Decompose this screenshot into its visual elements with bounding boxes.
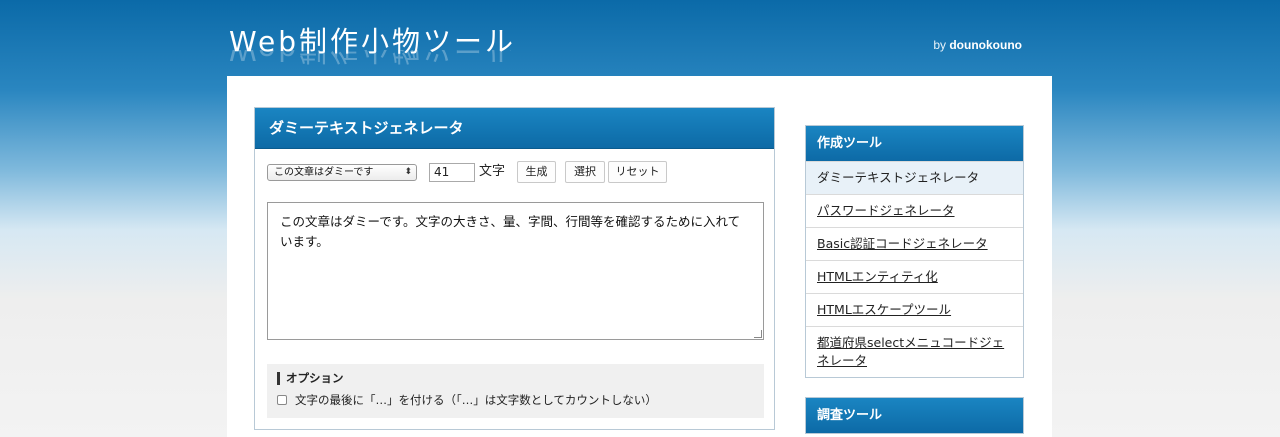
select-arrows-icon: ⬍ bbox=[404, 167, 412, 177]
sidebar-section-research: 調査ツール bbox=[805, 397, 1024, 434]
byline-prefix: by bbox=[933, 38, 946, 52]
reset-button[interactable]: リセット bbox=[608, 161, 667, 183]
select-value: この文章はダミーです bbox=[274, 167, 374, 178]
sidebar-item-html-entity[interactable]: HTMLエンティティ化 bbox=[806, 260, 1023, 293]
ellipsis-option[interactable]: 文字の最後に「…」を付ける（「…」は文字数としてカウントしない） bbox=[277, 392, 754, 408]
sidebar-item-html-escape[interactable]: HTMLエスケープツール bbox=[806, 293, 1023, 326]
controls-row: この文章はダミーです ⬍ 41 文字 生成 選択 リセット bbox=[267, 161, 767, 183]
generator-panel: ダミーテキストジェネレータ この文章はダミーです ⬍ 41 文字 生成 選択 リ… bbox=[254, 107, 775, 430]
generate-button[interactable]: 生成 bbox=[517, 161, 556, 183]
sidebar-item-basic-auth[interactable]: Basic認証コードジェネレータ bbox=[806, 227, 1023, 260]
sidebar-item-dummy-text[interactable]: ダミーテキストジェネレータ bbox=[806, 161, 1023, 194]
char-count-unit: 文字 bbox=[479, 164, 506, 179]
site-logo-reflection: Web制作小物ツール bbox=[229, 50, 517, 67]
sidebar-section-title: 調査ツール bbox=[806, 398, 1023, 433]
select-text-button[interactable]: 選択 bbox=[565, 161, 605, 183]
sidebar-item-password[interactable]: パスワードジェネレータ bbox=[806, 194, 1023, 227]
sidebar-section-title: 作成ツール bbox=[806, 126, 1023, 161]
sidebar-section-create: 作成ツール ダミーテキストジェネレータ パスワードジェネレータ Basic認証コ… bbox=[805, 125, 1024, 378]
options-box: オプション 文字の最後に「…」を付ける（「…」は文字数としてカウントしない） bbox=[267, 364, 764, 418]
byline: by dounokouno bbox=[933, 38, 1022, 52]
options-title: オプション bbox=[277, 372, 754, 385]
ellipsis-checkbox[interactable] bbox=[277, 395, 287, 405]
ellipsis-option-label[interactable]: 文字の最後に「…」を付ける（「…」は文字数としてカウントしない） bbox=[295, 392, 657, 408]
output-textarea[interactable]: この文章はダミーです。文字の大きさ、量、字間、行間等を確認するために入れています… bbox=[267, 202, 764, 340]
sidebar-item-prefecture-select[interactable]: 都道府県selectメニュコードジェネレータ bbox=[806, 326, 1023, 377]
sidebar: 作成ツール ダミーテキストジェネレータ パスワードジェネレータ Basic認証コ… bbox=[805, 125, 1024, 434]
output-text: この文章はダミーです。文字の大きさ、量、字間、行間等を確認するために入れています… bbox=[280, 214, 741, 249]
main-container: ダミーテキストジェネレータ この文章はダミーです ⬍ 41 文字 生成 選択 リ… bbox=[227, 76, 1052, 437]
resize-handle-icon[interactable] bbox=[754, 330, 762, 338]
byline-author: dounokouno bbox=[949, 38, 1022, 52]
text-template-select[interactable]: この文章はダミーです ⬍ bbox=[267, 164, 417, 181]
panel-title: ダミーテキストジェネレータ bbox=[255, 108, 774, 149]
site-header: Web制作小物ツール Web制作小物ツール by dounokouno bbox=[227, 0, 1052, 76]
char-count-input[interactable]: 41 bbox=[429, 163, 475, 182]
